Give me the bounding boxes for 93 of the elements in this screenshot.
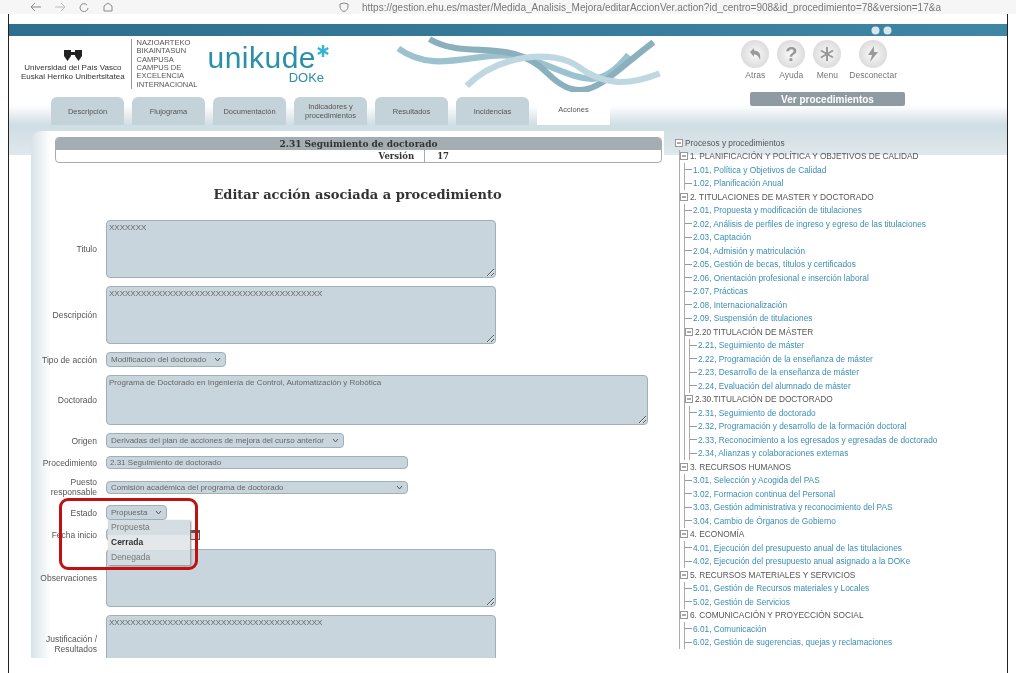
tree-link[interactable]: 2.32, Programación y desarrollo de la formación doctoral xyxy=(698,421,907,432)
dropdown-option[interactable]: Propuesta xyxy=(108,520,190,535)
question-icon: ? xyxy=(785,42,798,66)
tree-link[interactable]: 2.03, Captación xyxy=(693,232,752,243)
forward-icon[interactable] xyxy=(54,2,66,12)
back-icon[interactable] xyxy=(30,2,42,12)
collapse-icon[interactable] xyxy=(680,462,688,471)
tree-link[interactable]: 2.34, Alianzas y colaboraciones externas xyxy=(698,448,849,459)
tree-group[interactable]: 2. TITULACIONES DE MASTER Y DOCTORADO xyxy=(690,191,874,202)
text-area[interactable]: XXXXXXXXXXXXXXXXXXXXXXXXXXXXXXXXXXXXXXXX xyxy=(106,615,496,658)
field-label: Doctorado xyxy=(56,395,97,405)
collapse-icon[interactable] xyxy=(680,611,688,620)
home-icon[interactable] xyxy=(102,2,114,12)
collapse-icon[interactable] xyxy=(680,152,688,161)
text-area[interactable]: XXXXXXX xyxy=(106,220,496,278)
tree-link[interactable]: 5.01, Gestión de Recursos materiales y Locales xyxy=(693,583,870,594)
tree-group[interactable]: 6. COMUNICACIÓN Y PROYECCIÓN SOCIAL xyxy=(690,610,864,621)
brand-name: unikude xyxy=(207,44,317,72)
university-name: Euskal Herriko Unibertsitatea xyxy=(21,72,125,81)
text-field[interactable]: 2.31 Seguimiento de doctorado xyxy=(106,456,408,469)
tree-link[interactable]: 6.01, Comunicación xyxy=(693,623,767,634)
tree-group[interactable]: 4. ECONOMÍA xyxy=(690,529,745,540)
tree-link[interactable]: 3.02, Formacion continua del Personal xyxy=(693,488,836,499)
version-number: 17 xyxy=(436,150,450,162)
tree-link[interactable]: 1.02, Planificación Anual xyxy=(693,178,784,189)
tree-link[interactable]: 2.07, Prácticas xyxy=(693,286,748,297)
collapse-icon[interactable] xyxy=(685,395,693,404)
caret-icon xyxy=(214,357,222,362)
collapse-icon[interactable] xyxy=(680,192,688,201)
brand-subtitle: DOKe xyxy=(288,72,325,84)
asterisk-icon xyxy=(316,44,331,58)
field-label: Puesto responsable xyxy=(49,477,97,497)
tree-link[interactable]: 2.02, Análisis de perfiles de ingreso y egreso de las titulaciones xyxy=(693,218,926,229)
tree-link[interactable]: 2.06, Orientación profesional e inserción laboral xyxy=(693,272,869,283)
tree-link[interactable]: 2.05, Gestión de becas, títulos y certificados xyxy=(693,259,856,270)
field-label: Origen xyxy=(70,435,97,446)
field-label: Titulo xyxy=(75,244,97,254)
nav-button[interactable]: Desconectar xyxy=(849,40,897,80)
form-heading: Editar acción asociada a procedimiento xyxy=(212,187,503,202)
collapse-icon[interactable] xyxy=(685,327,693,336)
collapse-icon[interactable] xyxy=(680,570,688,579)
text-area[interactable] xyxy=(106,549,496,607)
select-field[interactable]: Comisión académica del programa de doctorado xyxy=(106,480,408,494)
tree-group[interactable]: 1. PLANIFICACIÓN Y POLÍTICA Y OBJETIVOS DE CALIDAD xyxy=(690,151,919,162)
text-area[interactable]: Programa de Doctorado en Ingeniería de Control, Automatización y Robótica xyxy=(106,375,648,425)
select-field[interactable]: Propuesta xyxy=(106,505,168,520)
caret-icon xyxy=(396,484,403,490)
field-label: Justificación / Resultados xyxy=(44,634,97,654)
caret-icon xyxy=(155,510,163,515)
select-field[interactable]: Derivadas del plan de acciones de mejora del curso anterior xyxy=(106,433,344,448)
tree-link[interactable]: 2.04, Admisión y matriculación xyxy=(693,245,806,256)
tree-link[interactable]: 3.01, Selección y Acogida del PAS xyxy=(693,475,820,486)
tree-link[interactable]: 2.01, Propuesta y modificación de titulaciones xyxy=(693,205,862,216)
field-label: Descripción xyxy=(51,310,97,320)
university-name: Universidad del País Vasco xyxy=(24,63,122,72)
calendar-icon[interactable] xyxy=(190,529,200,540)
tree-link[interactable]: 4.02, Ejecución del presupuesto anual asignado a la DOKe xyxy=(693,556,911,567)
tree-link[interactable]: 2.09, Suspensión de titulaciones xyxy=(693,313,813,324)
tree-link[interactable]: 1.01, Política y Objetivos de Calidad xyxy=(693,164,827,175)
tree-group[interactable]: Procesos y procedimientos xyxy=(685,137,785,148)
field-label: Procedimiento xyxy=(41,457,97,468)
select-field[interactable]: Modificación del doctorado xyxy=(106,352,227,367)
procedure-title: 2.31 Seguimiento de doctorado xyxy=(56,138,661,150)
dropdown-option[interactable]: Cerrada xyxy=(108,535,190,550)
view-procedures-button[interactable]: Ver procedimientos xyxy=(750,92,905,106)
tree-link[interactable]: 2.31, Seguimiento de doctorado xyxy=(698,407,816,418)
collapse-icon[interactable] xyxy=(675,138,683,147)
tree-link[interactable]: 2.33, Reconocimiento a los egresados y egresadas de doctorado xyxy=(698,434,938,445)
tree-emblem-icon xyxy=(61,47,84,63)
tree-group[interactable]: 2.20 TITULACIÓN DE MÁSTER xyxy=(695,326,814,337)
shield-icon[interactable] xyxy=(338,2,350,12)
tree-link[interactable]: 6.02, Gestión de sugerencias, quejas y reclamaciones xyxy=(693,637,893,648)
text-area[interactable]: XXXXXXXXXXXXXXXXXXXXXXXXXXXXXXXXXXXXXXXX xyxy=(106,286,496,344)
refresh-icon[interactable] xyxy=(78,2,90,12)
tree-group[interactable]: 5. RECURSOS MATERIALES Y SERVICIOS xyxy=(690,569,856,580)
tree-link[interactable]: 2.24, Evaluación del alumnado de máster xyxy=(698,380,851,391)
dropdown-option[interactable]: Denegada xyxy=(108,550,190,565)
tree-group[interactable]: 3. RECURSOS HUMANOS xyxy=(690,461,791,472)
field-label: Tipo de acción xyxy=(41,354,97,365)
tree-link[interactable]: 2.22, Programación de la enseñanza de máster xyxy=(698,353,873,364)
version-label: Versión xyxy=(378,150,426,162)
collapse-icon[interactable] xyxy=(680,530,688,539)
tree-link[interactable]: 2.23, Desarrollo de la enseñanza de máster xyxy=(698,367,859,378)
tree-group[interactable]: 2.30.TITULACIÓN DE DOCTORADO xyxy=(695,394,833,405)
tree-link[interactable]: 2.21, Seguimiento de máster xyxy=(698,340,805,351)
tree-link[interactable]: 4.01, Ejecución del presupuesto anual de las titulaciones xyxy=(693,542,902,553)
tree-link[interactable]: 3.04, Cambio de Órganos de Gobierno xyxy=(693,515,836,526)
tree-link[interactable]: 5.02, Gestión de Servicios xyxy=(693,596,790,607)
field-label: Observaciones xyxy=(39,573,97,583)
field-label: Estado xyxy=(69,507,97,518)
tree-link[interactable]: 3.03, Gestión administrativa y reconocimiento del PAS xyxy=(693,502,893,513)
caret-icon xyxy=(332,438,339,443)
tree-link[interactable]: 2.08, Internacionalización xyxy=(693,299,788,310)
